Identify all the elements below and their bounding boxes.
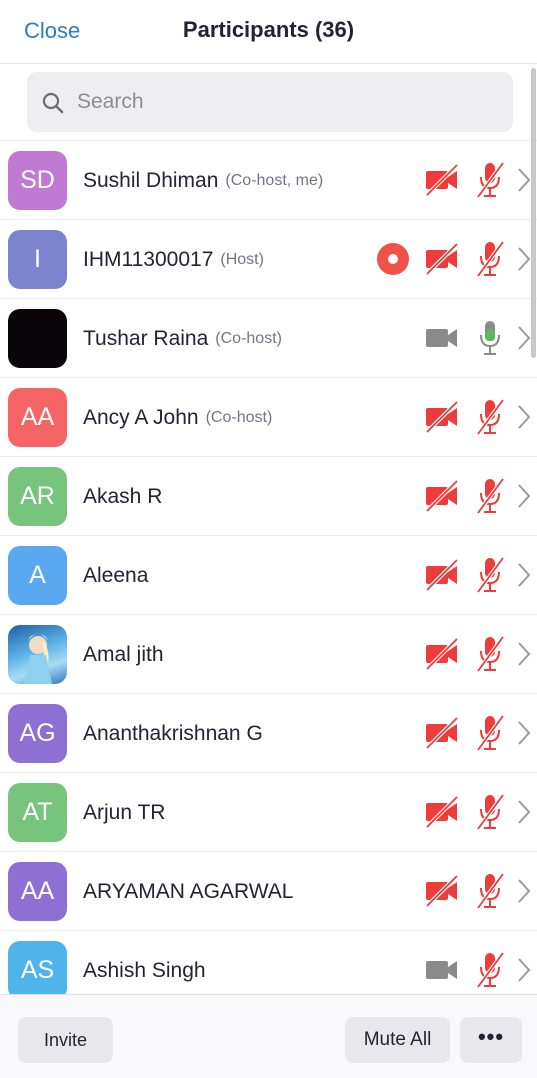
chevron-right-icon[interactable] bbox=[517, 483, 531, 514]
participant-name-wrap: Sushil Dhiman (Co-host, me) bbox=[83, 141, 323, 220]
participant-name-wrap: Ancy A John (Co-host) bbox=[83, 378, 272, 457]
participant-name-wrap: Amal jith bbox=[83, 615, 164, 694]
chevron-right-icon[interactable] bbox=[517, 167, 531, 198]
avatar: AT bbox=[8, 783, 67, 842]
participant-name: Amal jith bbox=[83, 642, 164, 666]
mic-muted-icon bbox=[476, 556, 505, 599]
video-camera-icon bbox=[424, 321, 460, 360]
mic-muted-icon bbox=[476, 951, 505, 994]
participant-name-wrap: IHM11300017 (Host) bbox=[83, 220, 264, 299]
video-off-icon bbox=[424, 163, 460, 202]
participant-list: SD Sushil Dhiman (Co-host, me) I IHM11300017… bbox=[0, 141, 537, 994]
participant-name: Ananthakrishnan G bbox=[83, 721, 263, 745]
avatar: A bbox=[8, 546, 67, 605]
chevron-right-icon[interactable] bbox=[517, 562, 531, 593]
chevron-right-icon[interactable] bbox=[517, 325, 531, 356]
participant-name: ARYAMAN AGARWAL bbox=[83, 879, 294, 903]
participant-row[interactable]: Amal jith bbox=[0, 615, 537, 694]
participant-row[interactable]: A Aleena bbox=[0, 536, 537, 615]
participant-row[interactable]: AA ARYAMAN AGARWAL bbox=[0, 852, 537, 931]
avatar bbox=[8, 625, 67, 684]
mic-muted-icon bbox=[476, 240, 505, 283]
chevron-right-icon[interactable] bbox=[517, 957, 531, 988]
avatar: SD bbox=[8, 151, 67, 210]
participant-row[interactable]: AR Akash R bbox=[0, 457, 537, 536]
participant-name-wrap: ARYAMAN AGARWAL bbox=[83, 852, 293, 931]
chevron-right-icon[interactable] bbox=[517, 641, 531, 672]
participant-name: Ashish Singh bbox=[83, 958, 206, 982]
avatar: AR bbox=[8, 467, 67, 526]
video-off-icon bbox=[424, 558, 460, 597]
chevron-right-icon[interactable] bbox=[517, 878, 531, 909]
scrollbar[interactable] bbox=[531, 68, 536, 358]
search-input[interactable] bbox=[77, 72, 497, 132]
avatar: AA bbox=[8, 862, 67, 921]
video-off-icon bbox=[424, 242, 460, 281]
search-icon bbox=[42, 92, 64, 114]
more-options-button[interactable]: ••• bbox=[460, 1017, 522, 1063]
page-title: Participants (36) bbox=[182, 17, 355, 42]
participant-name-wrap: Arjun TR bbox=[83, 773, 165, 852]
participant-row[interactable]: AA Ancy A John (Co-host) bbox=[0, 378, 537, 457]
mic-muted-icon bbox=[476, 793, 505, 836]
mic-muted-icon bbox=[476, 714, 505, 757]
search-bar bbox=[0, 64, 537, 141]
participant-role: (Co-host) bbox=[215, 329, 282, 347]
video-off-icon bbox=[424, 400, 460, 439]
participant-role: (Co-host) bbox=[205, 408, 273, 426]
participant-role: (Host) bbox=[220, 250, 264, 268]
avatar: AS bbox=[8, 941, 67, 994]
participant-name: Aleena bbox=[83, 563, 149, 587]
chevron-right-icon[interactable] bbox=[517, 720, 531, 751]
avatar: AG bbox=[8, 704, 67, 763]
participant-name: Sushil Dhiman bbox=[83, 168, 219, 192]
mic-muted-icon bbox=[476, 872, 505, 915]
participant-row[interactable]: AS Ashish Singh bbox=[0, 931, 537, 994]
invite-button[interactable]: Invite bbox=[18, 1017, 113, 1063]
participant-row[interactable]: AT Arjun TR bbox=[0, 773, 537, 852]
mute-all-button[interactable]: Mute All bbox=[345, 1017, 450, 1063]
footer-toolbar: Invite Mute All ••• bbox=[0, 994, 537, 1078]
participant-name-wrap: Aleena bbox=[83, 536, 148, 615]
chevron-right-icon[interactable] bbox=[517, 246, 531, 277]
participant-role: (Co-host, me) bbox=[225, 171, 324, 189]
video-off-icon bbox=[424, 874, 460, 913]
participant-name: Tushar Raina bbox=[83, 326, 209, 350]
search-box[interactable] bbox=[27, 72, 513, 132]
participant-row[interactable]: Tushar Raina (Co-host) bbox=[0, 299, 537, 378]
video-camera-icon bbox=[424, 953, 460, 992]
video-off-icon bbox=[424, 716, 460, 755]
mic-muted-icon bbox=[476, 635, 505, 678]
participant-name: IHM11300017 bbox=[83, 247, 214, 271]
header: Close Participants (36) bbox=[0, 0, 537, 64]
participant-name-wrap: Tushar Raina (Co-host) bbox=[83, 299, 282, 378]
participant-row[interactable]: SD Sushil Dhiman (Co-host, me) bbox=[0, 141, 537, 220]
mic-muted-icon bbox=[476, 398, 505, 441]
mic-on-icon bbox=[476, 319, 504, 362]
mic-muted-icon bbox=[476, 477, 505, 520]
mic-muted-icon bbox=[476, 161, 505, 204]
participant-name: Arjun TR bbox=[83, 800, 166, 824]
recording-icon bbox=[377, 243, 409, 275]
participant-row[interactable]: I IHM11300017 (Host) bbox=[0, 220, 537, 299]
avatar: I bbox=[8, 230, 67, 289]
participant-name-wrap: Akash R bbox=[83, 457, 162, 536]
chevron-right-icon[interactable] bbox=[517, 799, 531, 830]
participant-name-wrap: Ananthakrishnan G bbox=[83, 694, 263, 773]
participant-name: Ancy A John bbox=[83, 405, 199, 429]
video-off-icon bbox=[424, 637, 460, 676]
participant-name-wrap: Ashish Singh bbox=[83, 931, 206, 994]
participant-row[interactable]: AG Ananthakrishnan G bbox=[0, 694, 537, 773]
chevron-right-icon[interactable] bbox=[517, 404, 531, 435]
avatar: AA bbox=[8, 388, 67, 447]
video-off-icon bbox=[424, 795, 460, 834]
avatar bbox=[8, 309, 67, 368]
video-off-icon bbox=[424, 479, 460, 518]
participant-name: Akash R bbox=[83, 484, 163, 508]
